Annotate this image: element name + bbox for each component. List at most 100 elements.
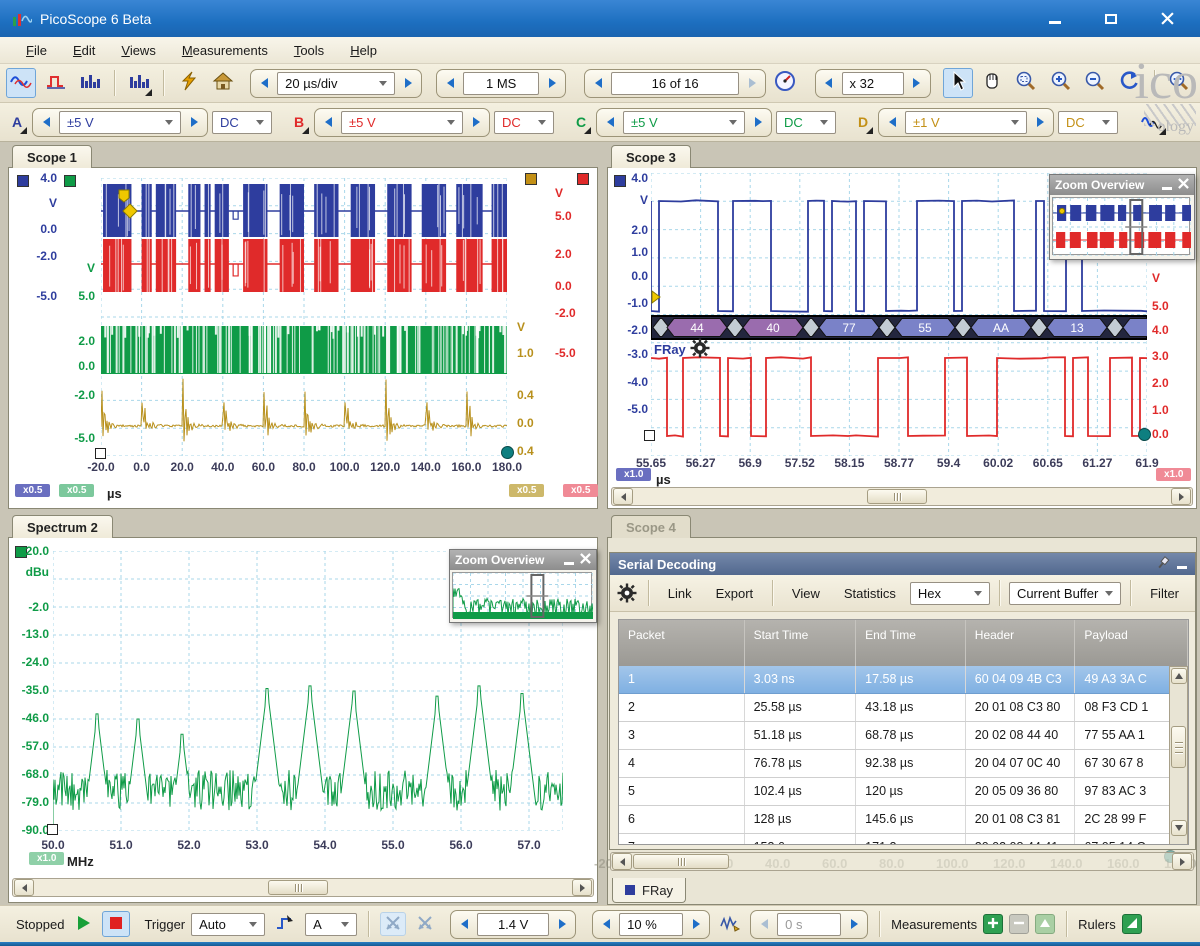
scroll-down-button[interactable] (1171, 820, 1187, 836)
trigger-edge-button[interactable] (271, 911, 299, 937)
home-button[interactable] (208, 68, 238, 98)
zoom-overview-minimize-button[interactable] (564, 562, 574, 565)
scroll-thumb[interactable] (867, 489, 927, 504)
pretrigger-field[interactable]: 10 % (619, 913, 683, 936)
scale-badge[interactable]: x0.5 (59, 484, 94, 497)
pretrig-up-button[interactable] (686, 913, 706, 935)
zoom-prev-button[interactable] (819, 72, 839, 94)
pretrig-down-button[interactable] (596, 913, 616, 935)
channel-c-button[interactable]: C (570, 109, 592, 135)
scroll-thumb[interactable] (268, 880, 328, 895)
scope1-chart[interactable] (101, 178, 507, 456)
scroll-left-button[interactable] (14, 879, 34, 896)
timebase-next-button[interactable] (398, 72, 418, 94)
channel-b-range-select[interactable]: ±5 V (341, 111, 463, 134)
decoder-settings-gear-icon[interactable] (690, 338, 710, 361)
channel-ruler-handle[interactable] (525, 173, 537, 185)
channel-a-button[interactable]: A (6, 109, 28, 135)
range-next-button[interactable] (466, 111, 486, 133)
edit-measurement-button[interactable] (1035, 914, 1055, 934)
column-header-end-time[interactable]: End Time (856, 620, 966, 666)
time-ruler-handle[interactable] (95, 448, 106, 459)
close-button[interactable] (1156, 10, 1178, 28)
menu-item-file[interactable]: File (14, 40, 59, 61)
remove-measurement-button[interactable] (1009, 914, 1029, 934)
stop-button[interactable] (102, 911, 130, 937)
timebase-select[interactable]: 20 µs/div (277, 72, 395, 95)
menu-item-edit[interactable]: Edit (61, 40, 107, 61)
channel-b-coupling-select[interactable]: DC (494, 111, 554, 134)
rulers-button[interactable] (1122, 914, 1142, 934)
channel-d-range-select[interactable]: ±1 V (905, 111, 1027, 134)
horizontal-scrollbar[interactable] (611, 487, 1193, 506)
trigger-mode-select[interactable]: Auto (191, 913, 265, 936)
tab-spectrum2[interactable]: Spectrum 2 (12, 515, 113, 538)
table-row[interactable]: 225.58 µs43.18 µs20 01 08 C3 8008 F3 CD … (619, 694, 1188, 722)
pan-tool-button[interactable] (977, 68, 1007, 98)
table-row[interactable]: 5102.4 µs120 µs20 05 09 36 8097 83 AC 3 (619, 778, 1188, 806)
persistence-view-button[interactable] (40, 68, 70, 98)
column-header-start-time[interactable]: Start Time (745, 620, 857, 666)
scale-badge[interactable]: x1.0 (29, 852, 64, 865)
horizontal-scrollbar[interactable] (12, 878, 594, 897)
scope-view-button[interactable] (6, 68, 36, 98)
menu-item-tools[interactable]: Tools (282, 40, 336, 61)
horizontal-scrollbar[interactable] (610, 852, 1194, 871)
scroll-right-button[interactable] (572, 879, 592, 896)
serial-decoding-titlebar[interactable]: Serial Decoding (610, 553, 1195, 575)
column-header-header[interactable]: Header (966, 620, 1076, 666)
buffer-select[interactable]: Current Buffer (1009, 582, 1121, 605)
serial-settings-button[interactable] (616, 579, 639, 607)
range-next-button[interactable] (1030, 111, 1050, 133)
level-up-button[interactable] (552, 913, 572, 935)
scale-badge[interactable]: x1.0 (616, 468, 651, 481)
table-row[interactable]: 6128 µs145.6 µs20 01 08 C3 812C 28 99 F (619, 806, 1188, 834)
scale-badge[interactable]: x0.5 (563, 484, 598, 497)
spectrum-options-button[interactable] (124, 68, 154, 98)
range-prev-button[interactable] (600, 111, 620, 133)
zoom-out-button[interactable] (1080, 68, 1110, 98)
ruler-handle[interactable] (501, 446, 514, 459)
scroll-thumb[interactable] (1171, 726, 1186, 768)
scroll-right-button[interactable] (1171, 488, 1191, 505)
maximize-button[interactable] (1100, 10, 1122, 28)
tab-scope4[interactable]: Scope 4 (611, 515, 691, 538)
delay-down-button[interactable] (754, 913, 774, 935)
spectrum-view-button[interactable] (75, 68, 105, 98)
zoom-overview-titlebar[interactable]: Zoom Overview (450, 550, 596, 570)
scale-badge[interactable]: x0.5 (15, 484, 50, 497)
channel-c-coupling-select[interactable]: DC (776, 111, 836, 134)
menu-item-views[interactable]: Views (109, 40, 167, 61)
minimize-button[interactable] (1044, 10, 1066, 28)
zoom-overview-titlebar[interactable]: Zoom Overview (1050, 175, 1194, 195)
samples-prev-button[interactable] (440, 72, 460, 94)
tab-scope3[interactable]: Scope 3 (611, 145, 691, 168)
serial-minimize-button[interactable] (1177, 566, 1187, 569)
zoom-overview-close-button[interactable] (580, 553, 591, 567)
channel-d-coupling-select[interactable]: DC (1058, 111, 1118, 134)
samples-next-button[interactable] (542, 72, 562, 94)
table-vertical-scrollbar[interactable] (1169, 666, 1188, 845)
samples-select[interactable]: 1 MS (463, 72, 539, 95)
trigger-marker-2-button[interactable] (412, 912, 438, 936)
zoom-in-button[interactable] (1046, 68, 1076, 98)
zoom-overview-minimize-button[interactable] (1162, 187, 1172, 190)
pin-icon[interactable] (1155, 555, 1171, 574)
table-row[interactable]: 351.18 µs68.78 µs20 02 08 44 4077 55 AA … (619, 722, 1188, 750)
tab-scope1[interactable]: Scope 1 (12, 145, 92, 168)
zoom-select-button[interactable] (1011, 68, 1041, 98)
column-header-packet[interactable]: Packet (619, 620, 745, 666)
scroll-left-button[interactable] (613, 488, 633, 505)
view-button[interactable]: View (782, 581, 830, 606)
buffer-next-button[interactable] (742, 72, 762, 94)
buffer-navigator-button[interactable] (770, 68, 800, 98)
zoom-overview-close-button[interactable] (1178, 178, 1189, 192)
delay-field[interactable]: 0 s (777, 913, 841, 936)
undo-zoom-button[interactable] (1114, 68, 1144, 98)
level-down-button[interactable] (454, 913, 474, 935)
timebase-prev-button[interactable] (254, 72, 274, 94)
table-row[interactable]: 476.78 µs92.38 µs20 04 07 0C 4067 30 67 … (619, 750, 1188, 778)
channel-ruler-handle[interactable] (64, 175, 76, 187)
range-prev-button[interactable] (882, 111, 902, 133)
trigger-marker-1-button[interactable] (380, 912, 406, 936)
